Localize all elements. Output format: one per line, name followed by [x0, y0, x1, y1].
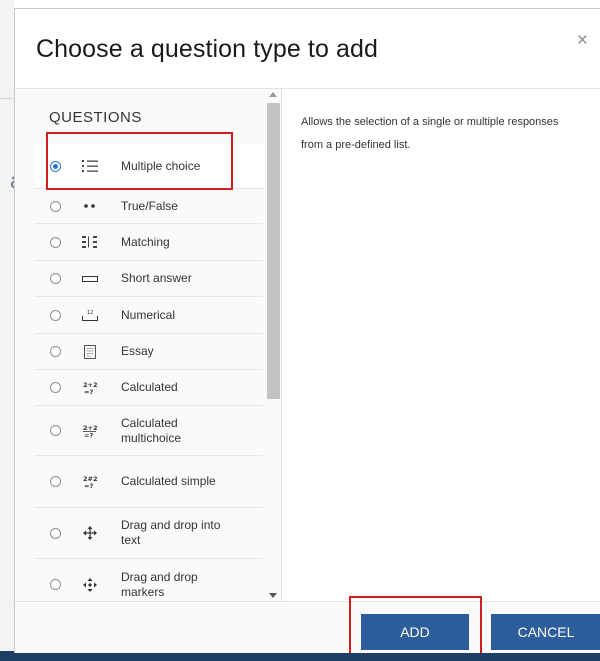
radio-button[interactable] [50, 309, 61, 321]
svg-text:=?: =? [84, 388, 93, 395]
text-field-icon [82, 272, 98, 286]
dialog-body: QUESTIONS Multiple choice True/False Mat… [15, 89, 600, 601]
question-type-drag-drop-markers[interactable]: Drag and drop markers [35, 559, 263, 601]
question-type-label: Numerical [121, 307, 176, 322]
question-type-drag-drop-text[interactable]: Drag and drop into text [35, 508, 263, 559]
radio-button[interactable] [50, 346, 61, 357]
radio-button[interactable] [50, 476, 61, 487]
radio-button[interactable] [50, 527, 61, 539]
question-type-label: Multiple choice [121, 158, 201, 173]
question-type-label: Essay [121, 344, 154, 358]
formula-simple-icon: 2#2 =? [82, 475, 98, 489]
question-type-label: Drag and drop into text [121, 518, 221, 547]
dialog-header: Choose a question type to add × [15, 9, 600, 89]
list-icon [82, 159, 98, 173]
question-type-label: Calculated multichoice [121, 415, 182, 445]
question-type-multiple-choice[interactable]: Multiple choice [35, 144, 264, 189]
move-dots-icon [82, 577, 98, 592]
list-scrollbar[interactable] [266, 89, 281, 601]
question-type-matching[interactable]: Matching [35, 224, 263, 261]
question-type-label: Short answer [121, 271, 192, 285]
question-type-list: QUESTIONS Multiple choice True/False Mat… [15, 89, 282, 601]
question-type-calculated-simple[interactable]: 2#2 =? Calculated simple [35, 456, 263, 508]
background-page [0, 0, 14, 661]
svg-text:=?: =? [84, 431, 93, 438]
question-type-short-answer[interactable]: Short answer [35, 261, 263, 297]
question-type-calculated-multichoice[interactable]: 2+2 =? Calculated multichoice [35, 406, 263, 456]
cancel-button[interactable]: CANCEL [491, 614, 600, 650]
two-dots-icon [82, 199, 98, 213]
question-type-label: Calculated simple [121, 474, 216, 488]
radio-button[interactable] [50, 200, 61, 212]
move-arrows-icon [82, 526, 98, 540]
svg-text:=?: =? [84, 482, 93, 489]
radio-button[interactable] [50, 236, 61, 248]
background-divider [0, 98, 14, 99]
question-type-label: Drag and drop markers [121, 569, 198, 599]
close-icon[interactable]: × [577, 31, 588, 50]
radio-button[interactable] [50, 273, 61, 284]
dialog-title: Choose a question type to add [36, 35, 379, 63]
scroll-down-arrow-icon[interactable] [269, 593, 277, 598]
dialog-footer: ADD CANCEL [15, 601, 600, 653]
svg-text:12: 12 [87, 310, 93, 316]
number-line-icon: 12 [82, 308, 98, 322]
scroll-up-arrow-icon[interactable] [269, 92, 277, 97]
question-type-label: True/False [121, 198, 178, 213]
question-type-description: Allows the selection of a single or mult… [301, 116, 559, 151]
question-type-label: Matching [121, 234, 170, 249]
question-type-essay[interactable]: Essay [35, 334, 263, 370]
question-type-true-false[interactable]: True/False [35, 189, 263, 224]
question-type-label: Calculated [121, 380, 178, 394]
matching-icon [82, 235, 98, 249]
essay-page-icon [82, 344, 98, 359]
question-type-dialog: Choose a question type to add × QUESTION… [14, 8, 600, 653]
radio-button[interactable] [50, 160, 61, 172]
section-title: QUESTIONS [49, 109, 142, 126]
formula-icon: 2+2 =? [82, 381, 98, 395]
radio-button[interactable] [50, 382, 61, 393]
formula-multi-icon: 2+2 =? [82, 424, 98, 438]
add-button[interactable]: ADD [361, 614, 469, 650]
radio-button[interactable] [50, 425, 61, 436]
scroll-thumb[interactable] [267, 103, 280, 399]
radio-button[interactable] [50, 579, 61, 590]
question-type-calculated[interactable]: 2+2 =? Calculated [35, 370, 263, 406]
question-type-numerical[interactable]: 12 Numerical [35, 297, 263, 334]
